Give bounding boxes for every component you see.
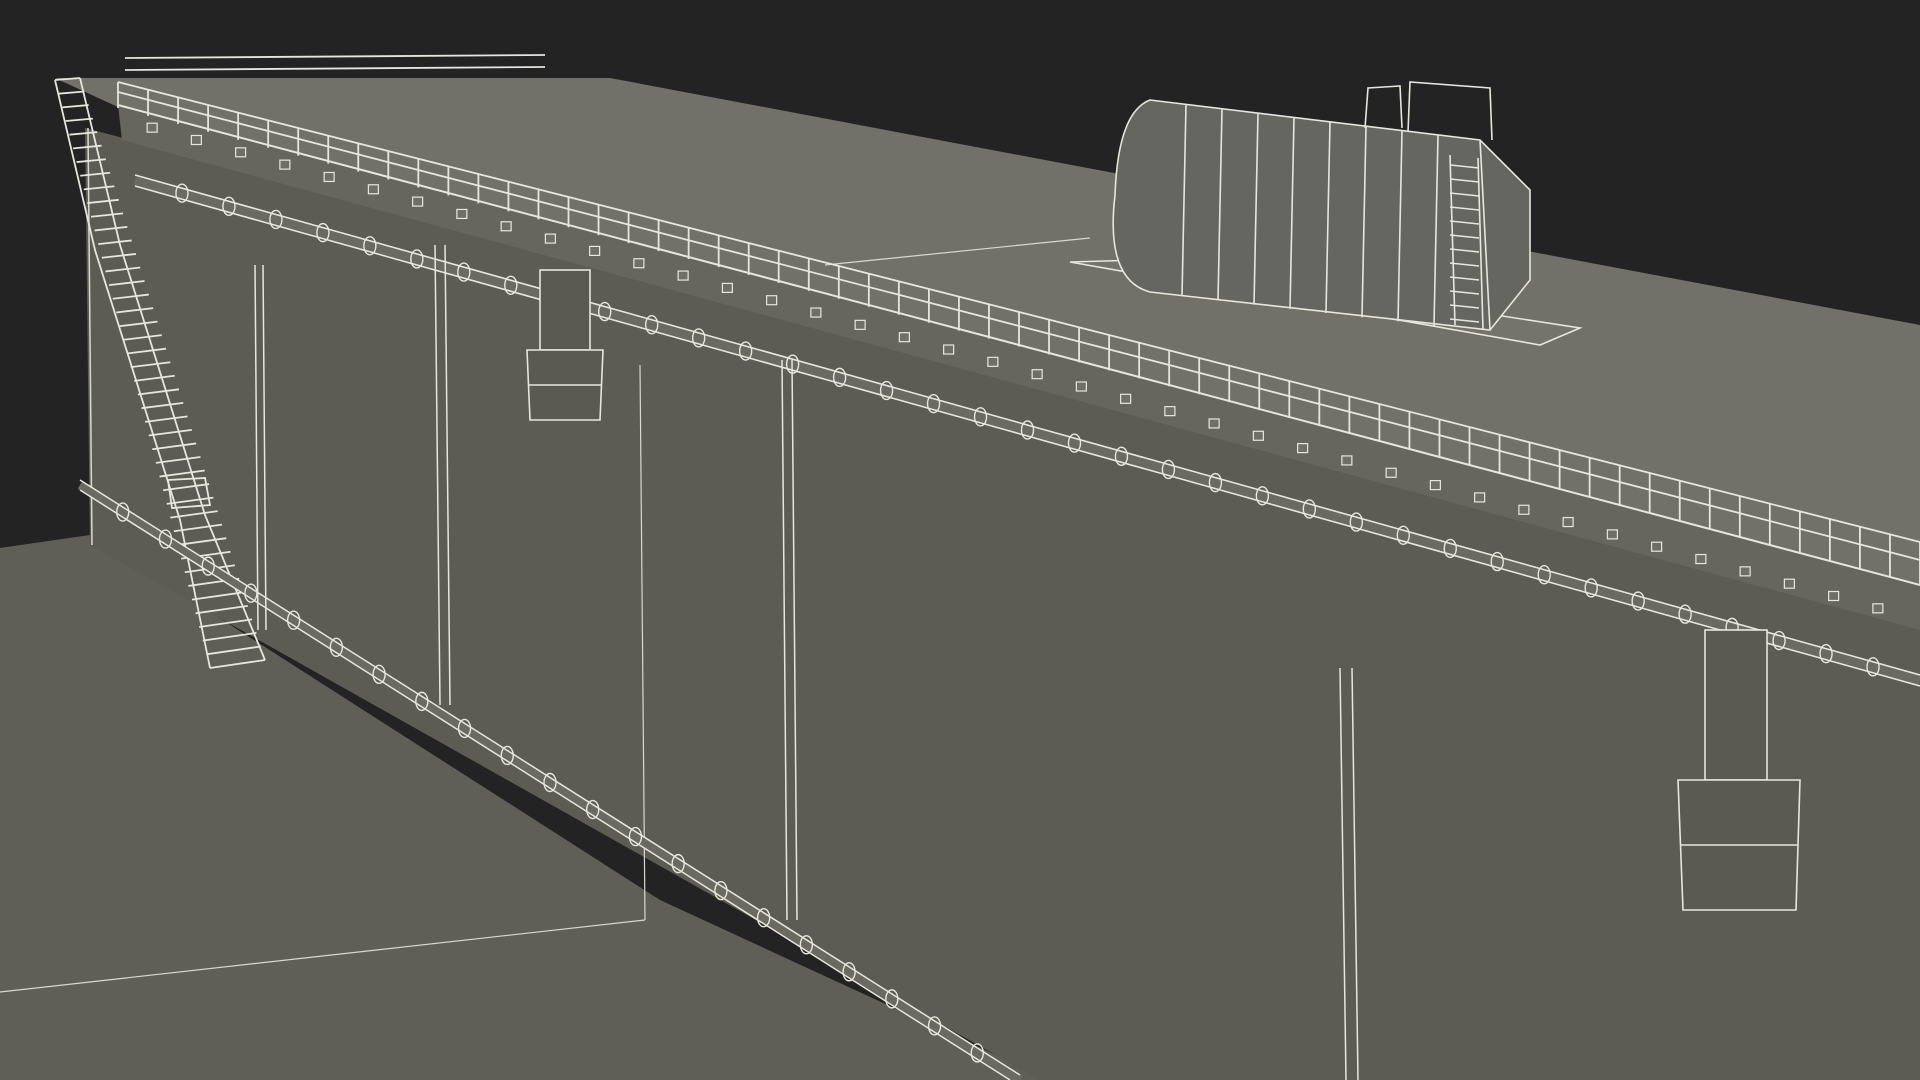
- wall-bracket: [279, 159, 291, 170]
- wall-bracket: [1385, 467, 1397, 478]
- wall-bracket: [1518, 504, 1530, 515]
- wall-bracket: [146, 122, 158, 133]
- wall-bracket: [1872, 603, 1884, 614]
- wall-bracket: [235, 147, 247, 158]
- wall-bracket: [1252, 430, 1264, 441]
- wall-bracket: [766, 295, 778, 306]
- wall-bracket: [500, 221, 512, 232]
- wall-bracket: [1695, 553, 1707, 565]
- wall-bracket: [1075, 381, 1087, 392]
- wall-bracket: [589, 245, 601, 257]
- wall-bracket: [810, 307, 822, 318]
- wall-bracket: [1208, 418, 1220, 429]
- wall-bracket: [1341, 455, 1353, 466]
- wall-bracket: [323, 171, 335, 183]
- wall-bracket: [1783, 578, 1795, 589]
- render-viewport: [0, 0, 1920, 1080]
- wall-bracket: [1828, 590, 1840, 602]
- wireframe-render: [0, 0, 1920, 1080]
- wall-bracket: [1429, 479, 1441, 491]
- wall-bracket: [943, 344, 955, 355]
- wall-bracket: [1120, 393, 1132, 404]
- wall-bracket: [854, 319, 866, 330]
- wall-bracket: [367, 184, 379, 195]
- wall-bracket: [721, 282, 733, 293]
- wall-bracket: [1164, 406, 1176, 417]
- wall-bracket: [898, 332, 910, 343]
- wall-bracket: [412, 196, 424, 207]
- wall-bracket: [677, 270, 689, 281]
- wall-bracket: [544, 233, 556, 244]
- wall-bracket: [456, 208, 468, 220]
- wall-bracket: [1606, 529, 1618, 540]
- wall-bracket: [987, 356, 999, 367]
- wall-bracket: [1739, 566, 1751, 577]
- wall-bracket: [190, 134, 202, 146]
- wall-bracket: [1297, 443, 1309, 454]
- wall-bracket: [633, 258, 645, 269]
- wall-bracket: [1474, 492, 1486, 503]
- wall-bracket: [1031, 369, 1043, 380]
- wall-bracket: [1562, 516, 1574, 528]
- wall-bracket: [1651, 541, 1663, 552]
